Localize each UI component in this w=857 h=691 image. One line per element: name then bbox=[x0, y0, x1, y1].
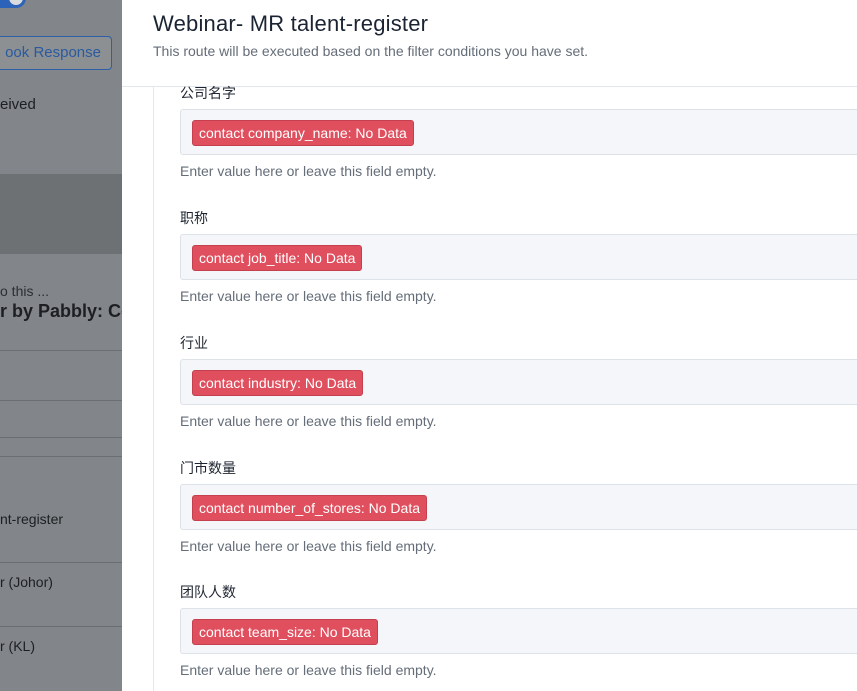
route-item[interactable]: nt-register bbox=[0, 511, 63, 527]
field-number-of-stores: 门市数量 contact number_of_stores: No Data E… bbox=[180, 458, 857, 556]
field-help-text: Enter value here or leave this field emp… bbox=[180, 163, 437, 179]
enable-toggle[interactable] bbox=[0, 0, 26, 8]
divider bbox=[0, 626, 122, 627]
route-filter-modal: Webinar- MR talent-register This route w… bbox=[122, 0, 857, 691]
mapped-value-pill[interactable]: contact team_size: No Data bbox=[192, 619, 378, 645]
divider bbox=[0, 562, 122, 563]
field-team-size: 团队人数 contact team_size: No Data Enter va… bbox=[180, 582, 857, 680]
field-label: 行业 bbox=[180, 335, 208, 351]
route-item[interactable]: r (KL) bbox=[0, 638, 35, 654]
background-page: ook Response eived o this ... r by Pabbl… bbox=[0, 0, 122, 691]
field-input[interactable]: contact company_name: No Data bbox=[180, 109, 857, 155]
field-help-text: Enter value here or leave this field emp… bbox=[180, 288, 437, 304]
mapped-value-pill[interactable]: contact number_of_stores: No Data bbox=[192, 495, 428, 521]
modal-subtitle: This route will be executed based on the… bbox=[153, 43, 589, 59]
mapped-value-pill[interactable]: contact job_title: No Data bbox=[192, 245, 363, 271]
divider bbox=[0, 400, 122, 401]
modal-title: Webinar- MR talent-register bbox=[153, 11, 429, 36]
field-input[interactable]: contact team_size: No Data bbox=[180, 608, 857, 654]
field-input[interactable]: contact industry: No Data bbox=[180, 359, 857, 405]
received-status-text: eived bbox=[0, 96, 36, 113]
do-this-text: o this ... bbox=[0, 283, 50, 299]
field-help-text: Enter value here or leave this field emp… bbox=[180, 538, 437, 554]
background-band bbox=[0, 174, 122, 254]
field-industry: 行业 contact industry: No Data Enter value… bbox=[180, 333, 857, 431]
divider bbox=[0, 437, 122, 438]
field-label: 团队人数 bbox=[180, 584, 236, 600]
field-input[interactable]: contact job_title: No Data bbox=[180, 234, 857, 280]
modal-header: Webinar- MR talent-register This route w… bbox=[122, 0, 857, 87]
field-label: 公司名字 bbox=[180, 85, 236, 101]
field-help-text: Enter value here or leave this field emp… bbox=[180, 662, 437, 678]
divider bbox=[0, 350, 122, 351]
field-label: 门市数量 bbox=[180, 460, 236, 476]
field-input[interactable]: contact number_of_stores: No Data bbox=[180, 484, 857, 530]
route-item[interactable]: r (Johor) bbox=[0, 574, 53, 590]
mapped-value-pill[interactable]: contact company_name: No Data bbox=[192, 120, 414, 146]
field-job-title: 职称 contact job_title: No Data Enter valu… bbox=[180, 208, 857, 306]
field-help-text: Enter value here or leave this field emp… bbox=[180, 413, 437, 429]
action-app-name: r by Pabbly: Co bbox=[0, 301, 122, 321]
field-company-name: 公司名字 contact company_name: No Data Enter… bbox=[180, 83, 857, 181]
mapped-value-pill[interactable]: contact industry: No Data bbox=[192, 370, 364, 396]
divider bbox=[0, 456, 122, 457]
modal-body: 公司名字 contact company_name: No Data Enter… bbox=[153, 85, 857, 691]
webhook-response-button[interactable]: ook Response bbox=[0, 36, 112, 70]
field-label: 职称 bbox=[180, 210, 208, 226]
